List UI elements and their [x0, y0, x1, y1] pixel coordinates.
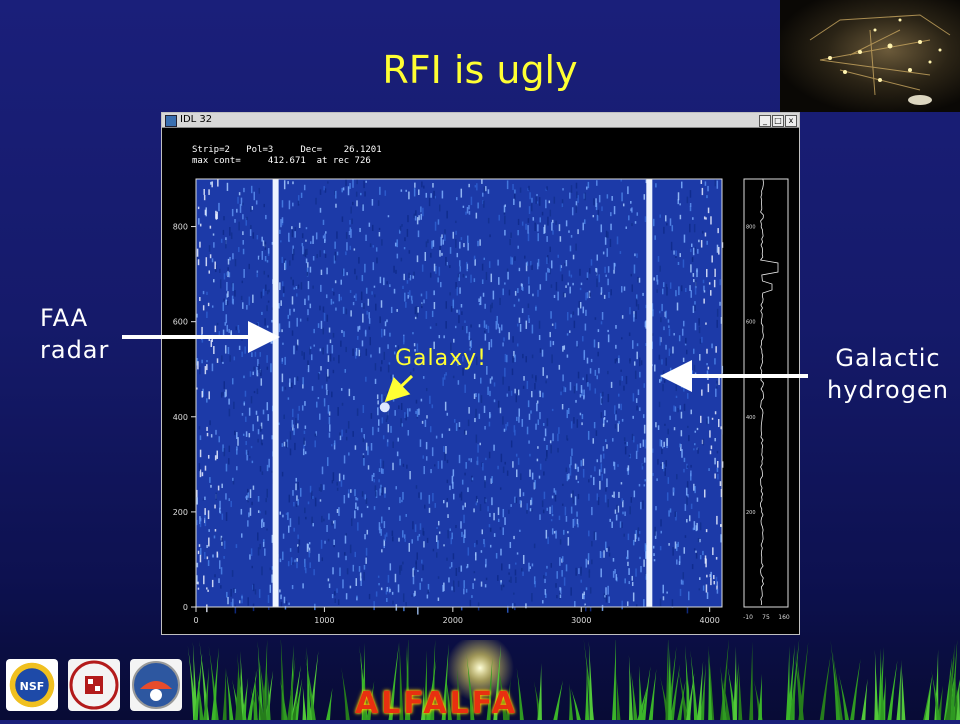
galaxy-arrow	[384, 374, 414, 403]
grass-blade	[225, 668, 234, 720]
grass-blade	[794, 650, 804, 720]
grass-blade	[896, 664, 902, 720]
grass-blade	[588, 641, 594, 720]
grass-blade	[648, 669, 657, 720]
grass-blade	[887, 660, 898, 720]
grass-blade	[325, 687, 333, 720]
naic-emblem	[132, 661, 180, 709]
grass-blade	[819, 655, 831, 720]
grass-blade	[668, 635, 673, 720]
annotation-arrows: Galaxy!	[122, 321, 808, 403]
grass-blade	[569, 683, 574, 720]
grass-blade	[279, 677, 288, 720]
grass-blade	[211, 647, 219, 720]
grass-blade	[690, 650, 699, 720]
grass-blade	[585, 663, 590, 720]
grass-blade	[616, 673, 621, 720]
grass-blade	[850, 658, 861, 720]
grass-blade	[641, 666, 651, 720]
grass-blade	[874, 649, 879, 720]
grass-blade	[341, 667, 350, 720]
cornell-seal	[69, 660, 119, 710]
galaxy-label: Galaxy!	[395, 346, 487, 371]
svg-text:NSF: NSF	[20, 680, 45, 693]
grass-blade	[830, 639, 841, 720]
alfalfa-logo: ALFALFA	[355, 686, 518, 721]
grass-blade	[222, 667, 227, 720]
grass-blade	[553, 680, 563, 720]
grass-blade	[861, 678, 868, 720]
grass-blade	[749, 641, 754, 720]
grass-blade	[901, 659, 906, 720]
grass-blade	[785, 646, 790, 720]
nsf-emblem: NSF	[20, 680, 45, 693]
grass-blade	[302, 685, 307, 720]
grass-blade	[738, 664, 743, 720]
grass-blade	[628, 654, 633, 720]
cornell-seal-logo	[68, 659, 120, 711]
grass-blade	[612, 635, 617, 720]
grass-blade	[638, 665, 643, 720]
naic-logo	[130, 659, 182, 711]
nsf-logo: NSF	[6, 659, 58, 711]
